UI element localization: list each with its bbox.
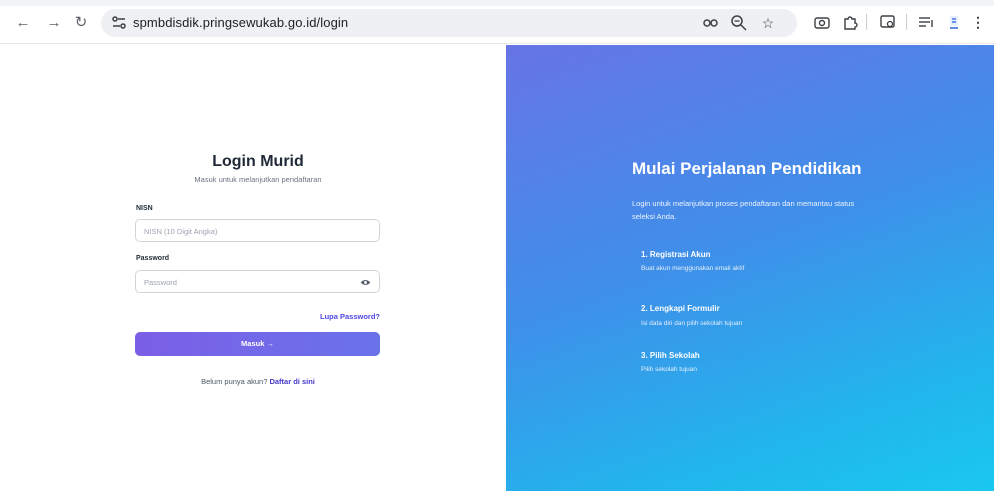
reading-list-icon[interactable] — [916, 12, 936, 32]
signup-link[interactable]: Daftar di sini — [269, 377, 314, 386]
password-label: Password — [136, 255, 170, 262]
step-title: 2. Lengkapi Formulir — [641, 304, 720, 313]
nisn-input[interactable]: NISN (10 Digit Angka) — [135, 219, 380, 242]
password-key-icon[interactable] — [701, 13, 721, 33]
tab-search-icon[interactable] — [878, 12, 898, 32]
login-submit-button[interactable]: Masuk → — [135, 332, 380, 356]
hero-title: Mulai Perjalanan Pendidikan — [632, 159, 862, 178]
signup-prompt-text: Belum punya akun? — [201, 377, 268, 386]
page-subtitle: Masuk untuk melanjutkan pendaftaran — [194, 175, 322, 184]
url-text[interactable]: spmbdisdik.pringsewukab.go.id/login — [133, 15, 348, 30]
step-title: 1. Registrasi Akun — [641, 250, 711, 259]
toolbar-divider — [866, 14, 867, 30]
nisn-placeholder: NISN (10 Digit Angka) — [144, 227, 218, 236]
signup-prompt: Belum punya akun? Daftar di sini — [0, 377, 516, 386]
menu-kebab-icon[interactable]: ⋮ — [968, 12, 988, 32]
login-panel: Login Murid Masuk untuk melanjutkan pend… — [0, 45, 506, 491]
page-title: Login Murid — [212, 153, 304, 170]
extensions-icon[interactable] — [840, 12, 860, 32]
back-arrow-icon[interactable]: ← — [14, 14, 32, 32]
password-placeholder: Password — [144, 278, 177, 287]
eye-icon[interactable] — [360, 277, 371, 288]
toolbar-divider — [906, 14, 907, 30]
address-bar[interactable]: spmbdisdik.pringsewukab.go.id/login ☆ — [101, 9, 797, 37]
nisn-label: NISN — [136, 205, 153, 212]
forward-arrow-icon[interactable]: → — [45, 14, 63, 32]
profile-icon[interactable] — [944, 12, 964, 32]
browser-toolbar: ← → ↻ spmbdisdik.pringsewukab.go.id/logi… — [0, 0, 994, 44]
reload-icon[interactable]: ↻ — [72, 14, 90, 32]
step-desc: Isi data diri dan pilih sekolah tujuan — [641, 320, 743, 327]
bookmark-star-icon[interactable]: ☆ — [758, 13, 778, 33]
hero-panel: Mulai Perjalanan Pendidikan Login untuk … — [506, 45, 994, 491]
step-desc: Buat akun menggunakan email aktif — [641, 265, 745, 272]
camera-icon[interactable] — [812, 12, 832, 32]
forgot-password-link[interactable]: Lupa Password? — [310, 312, 380, 321]
zoom-icon[interactable] — [729, 13, 749, 33]
tab-strip — [0, 0, 994, 6]
hero-text: Login untuk melanjutkan proses pendaftar… — [632, 199, 855, 221]
site-settings-icon[interactable] — [111, 14, 127, 32]
step-title: 3. Pilih Sekolah — [641, 351, 700, 360]
password-input[interactable]: Password — [135, 270, 380, 293]
step-desc: Pilih sekolah tujuan — [641, 366, 698, 373]
